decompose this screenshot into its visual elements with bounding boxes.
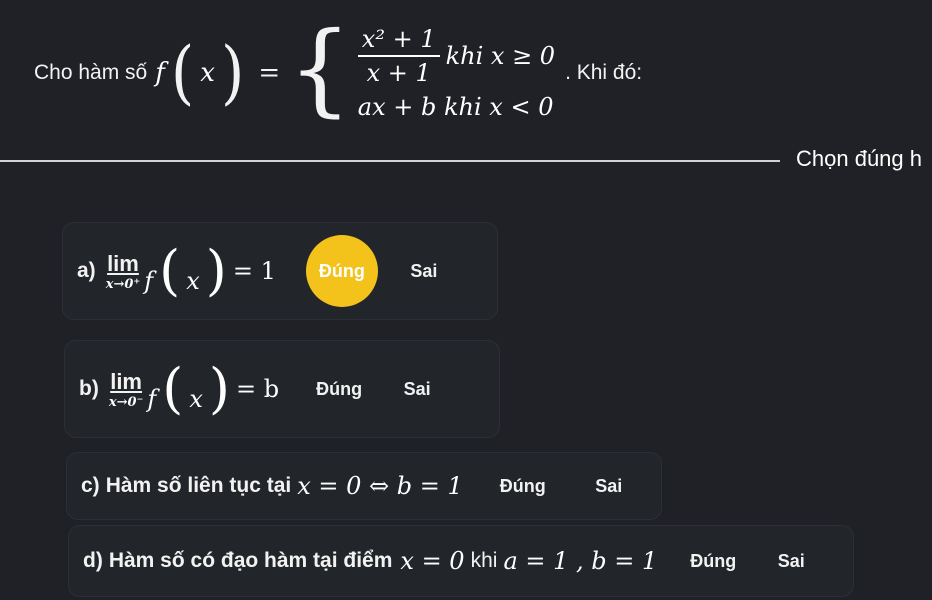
limit-subscript: x→0⁻ [108,394,144,410]
function-variable: x [186,267,200,295]
function-name: f [147,385,157,413]
statement-label: a) [77,259,96,282]
limit-notation: lim x→0⁻ [109,369,144,410]
function-name: f [155,58,165,88]
instruction-label: Chọn đúng h [796,146,922,171]
function-definition: f ( x ) = { x² + 1 x + 1 khi x ≥ 0 ax + … [155,10,556,127]
statement-math: x = 0 ⇔ b = 1 [297,472,463,500]
limit-subscript: x→0⁺ [105,276,141,292]
statement-label: b) [79,377,99,400]
cases-brace: { [288,10,352,127]
case-2: ax + b khi x < 0 [357,93,554,121]
false-button[interactable]: Sai [392,239,456,303]
limit-word: lim [110,368,142,394]
statement-row-b: b) lim x→0⁻ f(x) = b Đúng Sai [64,340,500,438]
question-tail: . Khi đó: [565,61,643,84]
limit-notation: lim x→0⁺ [106,251,141,292]
statement-row-d: d) Hàm số có đạo hàm tại điểm x = 0 khi … [68,525,854,597]
statement-text-2: khi [470,549,498,572]
question-intro: Cho hàm số [34,61,148,84]
function-name: f [144,267,154,295]
statement-math-2: a = 1 , b = 1 [503,547,658,575]
function-variable: x [189,385,203,413]
false-button[interactable]: Sai [385,357,449,421]
fraction-numerator: x² + 1 [357,25,440,57]
statement-math-1: x = 0 [400,547,465,575]
limit-value: = b [235,375,280,403]
function-expression: f(x) [144,239,227,302]
true-button[interactable]: Đúng [491,454,555,518]
true-button[interactable]: Đúng [681,529,745,593]
case-1-condition: khi x ≥ 0 [445,42,556,70]
section-divider [0,160,780,162]
statement-text: Hàm số có đạo hàm tại điểm [108,549,393,572]
statement-text: Hàm số liên tục tại [105,474,292,497]
statement-label: d) [83,549,103,572]
limit-word: lim [107,250,139,276]
false-button[interactable]: Sai [759,529,823,593]
function-variable: x [200,58,215,88]
true-button[interactable]: Đúng [305,235,378,307]
case-1: x² + 1 x + 1 khi x ≥ 0 [357,25,556,87]
piecewise-cases: x² + 1 x + 1 khi x ≥ 0 ax + b khi x < 0 [357,25,556,121]
statement-row-a: a) lim x→0⁺ f(x) = 1 Đúng Sai [62,222,498,320]
limit-value: = 1 [232,257,276,285]
fraction-denominator: x + 1 [366,59,431,87]
statement-row-c: c) Hàm số liên tục tại x = 0 ⇔ b = 1 Đún… [66,452,662,520]
true-button[interactable]: Đúng [303,353,375,425]
false-button[interactable]: Sai [577,454,641,518]
function-expression: f(x) [147,357,230,420]
question-header: Cho hàm số f ( x ) = { x² + 1 x + 1 khi … [34,8,642,138]
statement-label: c) [81,474,100,497]
case-1-fraction: x² + 1 x + 1 [357,25,440,87]
